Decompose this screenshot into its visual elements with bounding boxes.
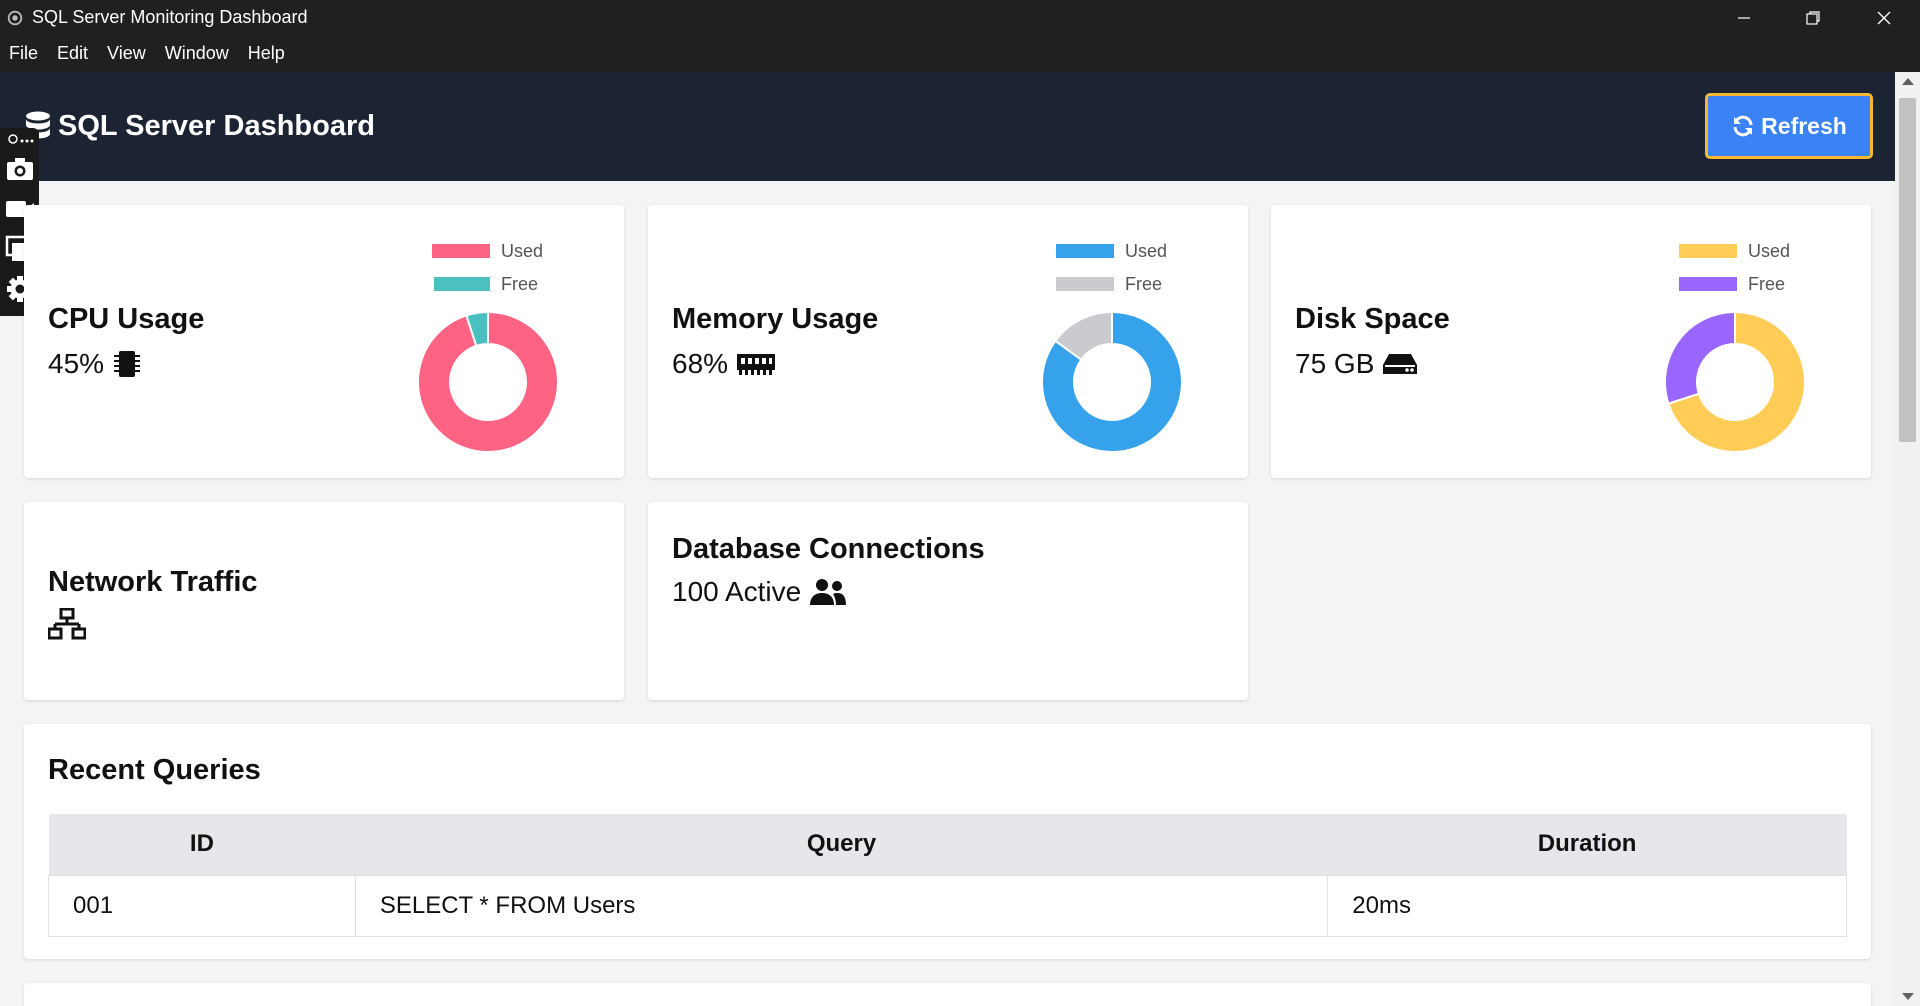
legend-item[interactable]: Free [1056,273,1167,294]
legend-item[interactable]: Used [1679,240,1791,261]
disk-title: Disk Space [1295,303,1450,335]
legend-label: Free [1125,273,1163,294]
legend-label: Free [1748,273,1786,294]
recent-queries-title: Recent Queries [48,754,261,786]
scroll-down-arrow[interactable] [1902,993,1914,1000]
hdd-icon [1383,354,1418,374]
memory-value: 68% [672,348,729,379]
legend-item[interactable]: Free [1679,273,1790,294]
brand: SQL Server Dashboard [24,110,375,143]
memory-icon [737,354,776,375]
cell-query: SELECT * FROM Users [354,874,1329,937]
title-bar: SQL Server Monitoring Dashboard [0,0,1920,35]
memory-legend: Used Free [1056,240,1168,294]
network-title: Network Traffic [48,566,258,598]
screenshot-button[interactable] [4,154,36,184]
legend-label: Used [1125,240,1168,261]
legend-label: Used [1748,240,1791,261]
cpu-value: 45% [48,348,105,379]
close-button[interactable] [1849,0,1919,35]
legend-item[interactable]: Free [432,273,543,294]
legend-swatch [434,277,490,291]
page-title: SQL Server Dashboard [58,110,375,142]
maximize-button[interactable] [1778,0,1848,35]
toolbar-more-button[interactable] [4,128,36,150]
memory-donut-chart [1041,311,1183,453]
refresh-label: Refresh [1761,112,1847,139]
connections-value-row: 100 Active [672,576,847,608]
legend-label: Free [501,273,539,294]
connections-title: Database Connections [672,533,985,565]
cell-id: 001 [48,874,356,937]
cpu-card: CPU Usage 45% Used Free [24,205,624,478]
legend-swatch [1679,277,1737,291]
legend-label: Used [501,240,544,261]
cpu-donut-chart [417,311,559,453]
disk-donut-chart [1664,311,1806,453]
disk-legend: Used Free [1679,240,1791,294]
legend-item[interactable]: Used [432,240,544,261]
connections-card: Database Connections 100 Active [648,502,1248,700]
window-title: SQL Server Monitoring Dashboard [32,7,308,27]
menu-window[interactable]: Window [165,43,229,64]
menu-edit[interactable]: Edit [57,43,88,64]
scroll-up-arrow[interactable] [1902,78,1914,85]
column-header-query: Query [355,814,1328,875]
minimize-icon [1738,16,1750,19]
microchip-icon [114,351,141,377]
refresh-button[interactable]: Refresh [1705,93,1873,159]
users-icon [810,579,847,605]
menu-file[interactable]: File [9,43,38,64]
column-header-id: ID [48,814,356,875]
disk-card: Disk Space 75 GB Used Free [1271,205,1871,478]
app-header: SQL Server Dashboard Refresh [0,72,1895,181]
cpu-value-row: 45% [48,348,142,380]
disk-value-row: 75 GB [1295,348,1418,380]
cpu-title: CPU Usage [48,303,205,335]
queries-table: ID Query Duration 001 SELECT * FROM User… [48,814,1847,937]
camera-icon [7,158,33,180]
more-icon [8,134,34,144]
sync-icon [1733,115,1753,137]
minimize-button[interactable] [1709,0,1779,35]
column-header-duration: Duration [1327,814,1847,875]
donut-slice-free[interactable] [1664,311,1736,405]
network-card: Network Traffic [24,502,624,700]
table-row[interactable]: 001 SELECT * FROM Users 20ms [48,874,1847,937]
connections-value: 100 Active [672,576,802,607]
next-card [24,983,1871,1006]
legend-swatch [1056,277,1114,291]
memory-title: Memory Usage [672,303,879,335]
cell-duration: 20ms [1327,874,1847,937]
disk-value: 75 GB [1295,348,1375,379]
vertical-scrollbar[interactable] [1895,72,1920,1006]
app-icon [7,10,23,25]
scroll-thumb[interactable] [1899,98,1916,442]
memory-card: Memory Usage 68% Used Free [648,205,1248,478]
table-header-row: ID Query Duration [48,814,1847,875]
menu-help[interactable]: Help [248,43,285,64]
restore-icon [1806,10,1820,25]
legend-item[interactable]: Used [1056,240,1168,261]
memory-value-row: 68% [672,348,776,380]
network-icon [48,608,86,640]
cpu-legend: Used Free [432,240,544,294]
legend-swatch [432,244,490,258]
menu-view[interactable]: View [107,43,146,64]
legend-swatch [1056,244,1114,258]
legend-swatch [1679,244,1737,258]
close-icon [1877,11,1891,24]
menu-bar: File Edit View Window Help [0,35,1920,72]
